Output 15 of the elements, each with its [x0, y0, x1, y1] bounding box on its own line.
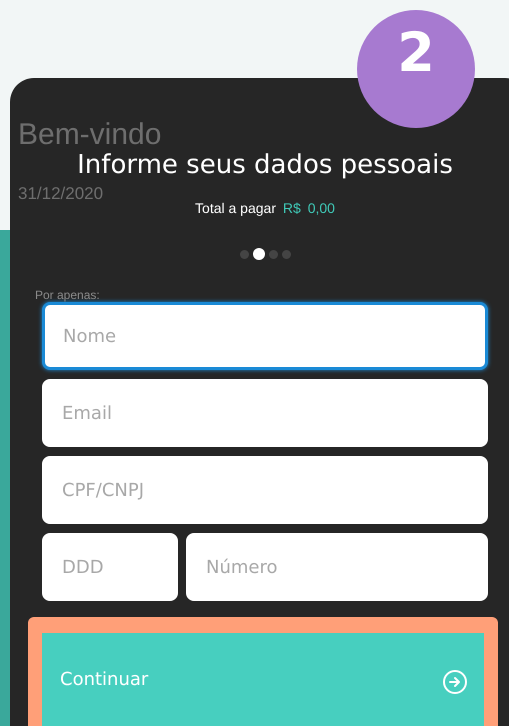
step-badge: 2	[357, 10, 475, 128]
modal-title: Informe seus dados pessoais	[76, 150, 454, 180]
welcome-heading: Bem-vindo	[18, 118, 162, 152]
currency-text: R$	[282, 200, 301, 216]
step-dot[interactable]	[268, 250, 278, 258]
total-label: Total a pagar	[195, 200, 276, 216]
step-dot[interactable]	[252, 248, 264, 260]
price-label: Por apenas:	[35, 288, 100, 302]
input-field[interactable]: Nome	[42, 302, 488, 370]
date-text: 31/12/2020	[18, 184, 104, 204]
step-dot[interactable]	[282, 250, 290, 258]
total-amount: 0,00	[308, 200, 335, 216]
arrow-circle-icon	[442, 669, 468, 695]
step-dot[interactable]	[240, 250, 248, 258]
continue-button[interactable]: Continuar	[42, 633, 484, 726]
